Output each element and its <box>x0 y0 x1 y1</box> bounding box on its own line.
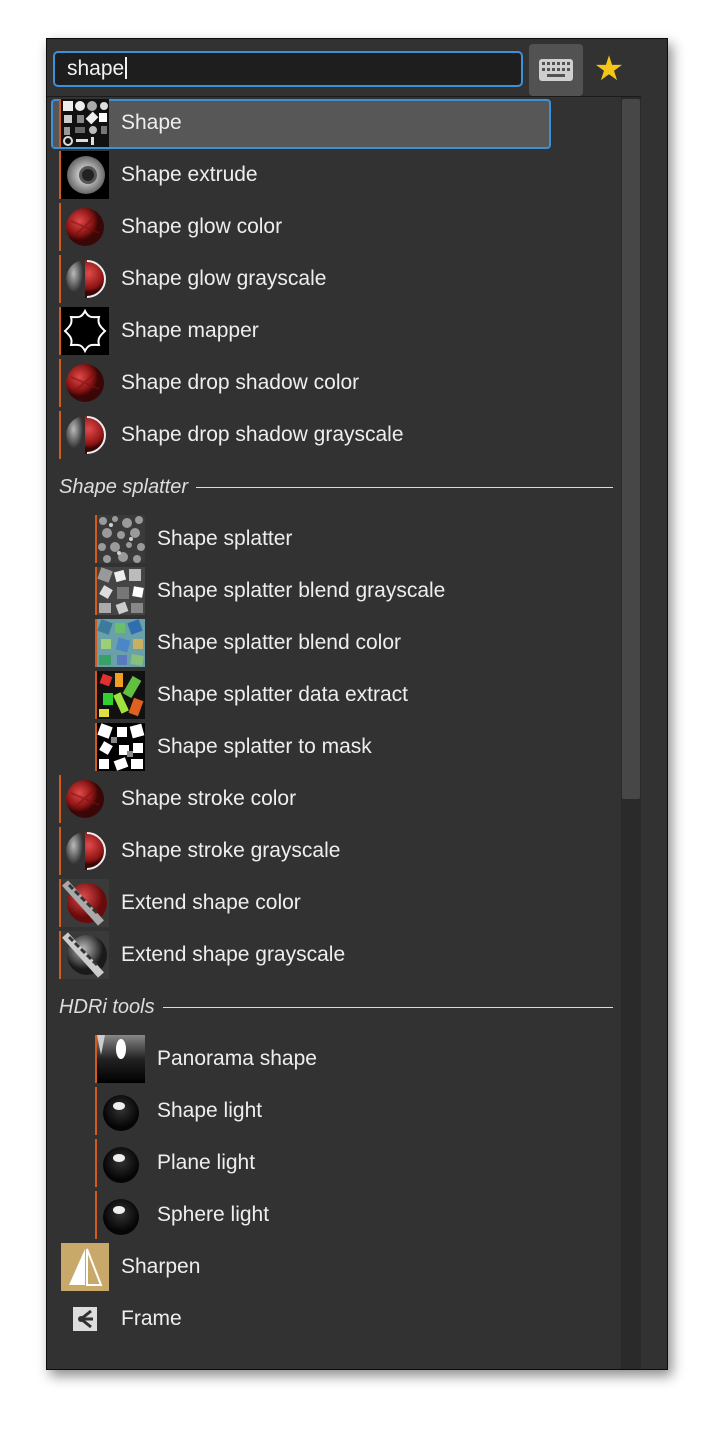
list-item-label: Shape splatter blend grayscale <box>157 579 446 602</box>
light-sphere-icon <box>97 1139 145 1187</box>
search-input[interactable]: shape <box>53 51 523 87</box>
list-item-label: Shape extrude <box>121 163 258 186</box>
list-item[interactable]: Shape drop shadow color <box>47 357 607 409</box>
light-sphere-icon <box>97 1191 145 1239</box>
list-item-label: Extend shape color <box>121 891 301 914</box>
list-item-label: Shape light <box>157 1099 263 1122</box>
list-item[interactable]: Shape splatter blend grayscale <box>47 565 607 617</box>
list-item-label: Shape mapper <box>121 319 259 342</box>
list-item[interactable]: Extend shape grayscale <box>47 929 607 981</box>
splatter-gray-icon <box>97 567 145 615</box>
list-item[interactable]: Shape drop shadow grayscale <box>47 409 607 461</box>
list-item[interactable]: Shape glow grayscale <box>47 253 607 305</box>
list-item[interactable]: Sharpen <box>47 1241 607 1293</box>
section-header: Shape splatter <box>59 467 613 507</box>
list-item-label: Shape splatter blend color <box>157 631 401 654</box>
list-item-label: Shape stroke color <box>121 787 297 810</box>
list-item-label: Shape glow color <box>121 215 283 238</box>
half-gray-red-sphere-icon <box>61 411 109 459</box>
list-item[interactable]: Extend shape color <box>47 877 607 929</box>
list-item-label: Sphere light <box>157 1203 270 1226</box>
list-item[interactable]: Panorama shape <box>47 1033 607 1085</box>
section-header: HDRi tools <box>59 987 613 1027</box>
list-item[interactable]: Shape light <box>47 1085 607 1137</box>
half-gray-red-sphere-icon <box>61 827 109 875</box>
keyboard-icon <box>539 59 573 81</box>
splatter-noise-icon <box>97 515 145 563</box>
list-item-label: Sharpen <box>121 1255 201 1278</box>
list-item-selected[interactable]: Shape <box>47 97 607 149</box>
red-sphere-icon <box>61 359 109 407</box>
list-item-label: Shape splatter to mask <box>157 735 372 758</box>
list-item[interactable]: Shape splatter blend color <box>47 617 607 669</box>
star-outline-icon <box>61 307 109 355</box>
list-item-label: Frame <box>121 1307 182 1330</box>
shape-atlas-icon <box>61 99 109 147</box>
list-item[interactable]: Frame <box>47 1293 607 1345</box>
list-item-label: Shape glow grayscale <box>121 267 327 290</box>
list-item-label: Shape drop shadow grayscale <box>121 423 404 446</box>
extend-gray-icon <box>61 931 109 979</box>
list-item[interactable]: Shape extrude <box>47 149 607 201</box>
keyboard-button[interactable] <box>529 44 583 96</box>
frame-icon <box>61 1295 109 1343</box>
half-gray-red-sphere-icon <box>61 255 109 303</box>
section-title: HDRi tools <box>59 987 163 1027</box>
list-item-label: Extend shape grayscale <box>121 943 346 966</box>
node-search-popup: shape ★ Shape Shape extrude Shape glow col… <box>46 38 668 1370</box>
list-item-label: Shape splatter <box>157 527 293 550</box>
list-item-label: Shape drop shadow color <box>121 371 360 394</box>
splatter-mask-icon <box>97 723 145 771</box>
search-row: shape ★ <box>47 39 667 97</box>
list-item[interactable]: Shape splatter to mask <box>47 721 607 773</box>
list-item[interactable]: Shape stroke grayscale <box>47 825 607 877</box>
panel-margin <box>641 97 667 1369</box>
list-item-label: Shape splatter data extract <box>157 683 408 706</box>
red-sphere-icon <box>61 203 109 251</box>
star-icon: ★ <box>593 50 625 88</box>
list-item[interactable]: Shape stroke color <box>47 773 607 825</box>
list-item[interactable]: Shape splatter data extract <box>47 669 607 721</box>
splatter-color-icon <box>97 619 145 667</box>
red-sphere-icon <box>61 775 109 823</box>
scrollbar-thumb[interactable] <box>622 99 640 799</box>
extend-red-icon <box>61 879 109 927</box>
favorites-button[interactable]: ★ <box>591 49 627 89</box>
list-item-label: Shape <box>121 111 182 134</box>
search-input-text: shape <box>67 57 125 80</box>
list-item[interactable]: Shape mapper <box>47 305 607 357</box>
panorama-icon <box>97 1035 145 1083</box>
list-item[interactable]: Plane light <box>47 1137 607 1189</box>
light-sphere-icon <box>97 1087 145 1135</box>
splatter-data-icon <box>97 671 145 719</box>
list-item[interactable]: Shape splatter <box>47 513 607 565</box>
list-item-label: Panorama shape <box>157 1047 317 1070</box>
list-item[interactable]: Shape glow color <box>47 201 607 253</box>
list-item-label: Plane light <box>157 1151 256 1174</box>
results-list[interactable]: Shape Shape extrude Shape glow color Shape … <box>47 97 621 1369</box>
list-item-label: Shape stroke grayscale <box>121 839 341 862</box>
section-title: Shape splatter <box>59 467 196 507</box>
shape-extrude-icon <box>61 151 109 199</box>
sharpen-icon <box>61 1243 109 1291</box>
text-caret <box>125 57 128 79</box>
list-item[interactable]: Sphere light <box>47 1189 607 1241</box>
